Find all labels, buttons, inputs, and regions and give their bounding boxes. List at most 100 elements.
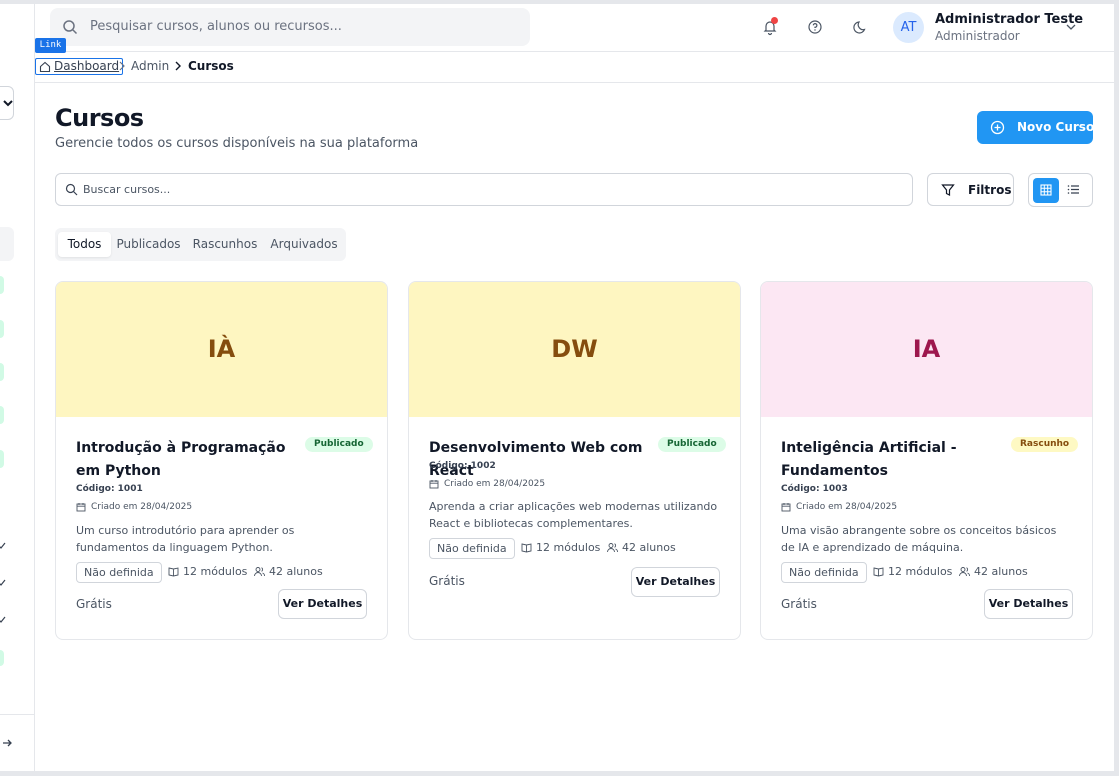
link-tooltip: Link (35, 38, 66, 53)
breadcrumb-home-link[interactable]: Dashboard (35, 58, 124, 75)
view-details-button[interactable]: Ver Detalhes (278, 589, 367, 619)
app-window: Pesquisar cursos, alunos ou recursos... … (0, 0, 1119, 776)
top-header: Pesquisar cursos, alunos ou recursos... … (35, 4, 1114, 52)
course-description: Aprenda a criar aplicações web modernas … (429, 500, 718, 530)
calendar-icon (429, 480, 439, 489)
sidebar-badge (0, 650, 4, 666)
window-right-edge (1114, 0, 1119, 776)
course-search-input[interactable]: Buscar cursos... (55, 173, 913, 206)
filters-label: Filtros (968, 183, 1012, 197)
sidebar-dropdown[interactable] (0, 86, 14, 120)
tab-rascunhos[interactable]: Rascunhos (187, 232, 263, 257)
course-initials: IÀ (207, 335, 236, 363)
course-meta: Não definida 12 módulos 42 alunos (429, 538, 729, 559)
user-role: Administrador (935, 29, 1020, 43)
level-pill: Não definida (429, 538, 515, 559)
view-details-button[interactable]: Ver Detalhes (631, 567, 720, 597)
plus-circle-icon (990, 120, 1005, 135)
book-icon (873, 567, 884, 577)
course-meta: Não definida 12 módulos 42 alunos (76, 562, 376, 583)
check-icon (0, 616, 6, 623)
course-title: Inteligência Artificial - Fundamentos (781, 440, 957, 479)
search-icon (65, 183, 78, 196)
level-pill: Não definida (781, 562, 867, 583)
course-search-placeholder: Buscar cursos... (83, 183, 171, 196)
sidebar-badge (0, 406, 4, 424)
book-icon (168, 567, 179, 577)
search-icon (63, 20, 78, 35)
breadcrumb-current: Cursos (188, 59, 234, 73)
home-icon (39, 61, 51, 73)
moon-icon[interactable] (852, 18, 870, 36)
course-description: Um curso introdutório para aprender os f… (76, 524, 295, 554)
status-tabs: Todos Publicados Rascunhos Arquivados (55, 228, 346, 261)
course-price: Grátis (76, 597, 112, 611)
course-initials: IA (912, 335, 941, 363)
grid-view-button[interactable] (1033, 178, 1059, 203)
students-count: 42 alunos (607, 541, 676, 554)
tab-arquivados[interactable]: Arquivados (266, 232, 342, 257)
page-title: Cursos (55, 104, 144, 132)
logout-icon[interactable] (0, 736, 12, 750)
students-label: 42 alunos (269, 565, 323, 578)
grid-icon (1040, 184, 1052, 196)
book-icon (521, 543, 532, 553)
chevron-right-icon (175, 61, 181, 71)
notification-dot (771, 17, 778, 24)
course-initials: DW (551, 335, 598, 363)
status-badge: Rascunho (1011, 437, 1079, 452)
sidebar-badge (0, 276, 4, 294)
course-card: IA Inteligência Artificial - Fundamentos… (760, 281, 1093, 640)
status-badge: Publicado (305, 437, 373, 452)
filters-button[interactable]: Filtros (927, 173, 1014, 206)
sidebar-badge (0, 450, 4, 468)
course-created-label: Criado em 28/04/2025 (444, 479, 546, 489)
course-title: Desenvolvimento Web com React (429, 440, 643, 479)
course-description: Uma visão abrangente sobre os conceitos … (781, 524, 1057, 554)
help-icon[interactable] (806, 18, 824, 36)
list-icon[interactable] (1067, 183, 1080, 196)
users-icon (254, 567, 265, 577)
chevron-down-icon[interactable] (1066, 22, 1076, 32)
calendar-icon (76, 503, 86, 512)
students-label: 42 alunos (622, 541, 676, 554)
view-details-button[interactable]: Ver Detalhes (984, 589, 1073, 619)
course-created-date: Criado em 28/04/2025 (429, 479, 545, 489)
breadcrumb-admin-link[interactable]: Admin (131, 59, 169, 73)
course-cover: DW (409, 282, 740, 417)
user-name[interactable]: Administrador Teste (935, 12, 1083, 27)
users-icon (607, 543, 618, 553)
avatar[interactable]: AT (893, 12, 924, 43)
modules-count: 12 módulos (168, 565, 247, 578)
modules-count: 12 módulos (521, 541, 600, 554)
new-course-button[interactable]: Novo Curso (977, 111, 1094, 144)
course-price: Grátis (781, 597, 817, 611)
level-pill: Não definida (76, 562, 162, 583)
check-icon (0, 542, 6, 549)
sidebar-badge (0, 320, 4, 338)
status-badge: Publicado (658, 437, 726, 452)
breadcrumb-home-label: Dashboard (54, 59, 120, 73)
course-code: Código: 1001 (76, 484, 143, 494)
course-price: Grátis (429, 574, 465, 588)
tab-publicados[interactable]: Publicados (113, 232, 184, 257)
course-card: DW Desenvolvimento Web com React Publica… (408, 281, 741, 640)
filter-icon (941, 184, 955, 196)
course-created-date: Criado em 28/04/2025 (76, 502, 192, 512)
course-card: IÀ Introdução à Programação em Python Pu… (55, 281, 388, 640)
users-icon (959, 567, 970, 577)
sidebar-divider (0, 714, 35, 715)
chevron-down-icon (3, 100, 13, 107)
course-cover: IÀ (56, 282, 387, 417)
modules-label: 12 módulos (536, 541, 601, 554)
page-subtitle: Gerencie todos os cursos disponíveis na … (55, 136, 419, 151)
course-code: Código: 1002 (429, 461, 496, 471)
tab-todos[interactable]: Todos (58, 232, 111, 257)
global-search-input[interactable]: Pesquisar cursos, alunos ou recursos... (50, 8, 530, 46)
window-bottom-edge (0, 771, 1119, 776)
students-label: 42 alunos (974, 565, 1028, 578)
global-search-placeholder: Pesquisar cursos, alunos ou recursos... (90, 19, 342, 34)
sidebar (0, 4, 35, 771)
course-created-label: Criado em 28/04/2025 (91, 502, 193, 512)
sidebar-item-active[interactable] (0, 227, 14, 261)
